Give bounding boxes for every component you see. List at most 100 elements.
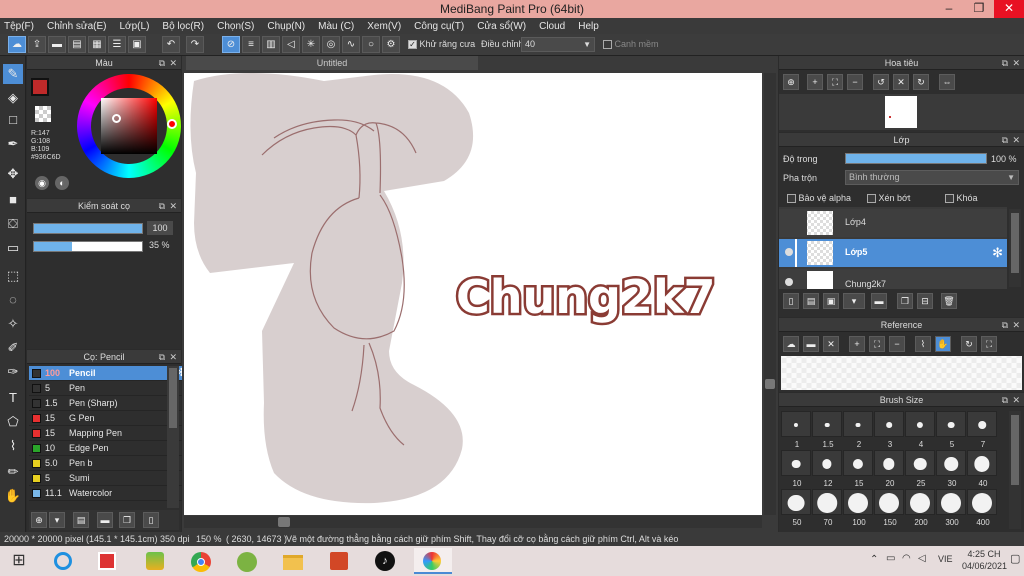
fill-rect-tool-icon[interactable]: ■ — [3, 190, 23, 210]
brush-item[interactable]: 1.5 Pen (Sharp) — [29, 396, 190, 411]
hand-icon[interactable]: ✋ — [935, 336, 951, 352]
scrollbar-thumb[interactable] — [1011, 213, 1019, 273]
fit-icon[interactable]: ⛶ — [827, 74, 843, 90]
palette-icon[interactable]: ◉ — [35, 176, 49, 190]
undock-icon[interactable]: ⧉ — [1002, 133, 1008, 147]
brush-list-scrollbar[interactable] — [167, 366, 179, 508]
curve-snap-icon[interactable]: ∿ — [342, 36, 360, 53]
input-language[interactable]: VIE — [938, 554, 953, 564]
new-file-icon[interactable]: ▤ — [68, 36, 86, 53]
layer-row[interactable]: Chung2k7 — [779, 269, 1007, 289]
menu-help[interactable]: Help — [578, 21, 599, 32]
redo-icon[interactable]: ↷ — [186, 36, 204, 53]
scrollbar-thumb[interactable] — [1011, 415, 1019, 485]
zoom-out-icon[interactable]: − — [847, 74, 863, 90]
list-icon[interactable]: ☰ — [108, 36, 126, 53]
grid-snap-icon[interactable]: ▥ — [262, 36, 280, 53]
layer-opacity-slider[interactable] — [845, 153, 987, 164]
divide-tool-icon[interactable]: ⬠ — [3, 412, 23, 432]
undock-icon[interactable]: ⧉ — [1002, 318, 1008, 332]
undo-icon[interactable]: ↶ — [162, 36, 180, 53]
vertical-scrollbar[interactable] — [764, 73, 776, 515]
menu-cloud[interactable]: Cloud — [539, 21, 565, 32]
layer-menu-icon[interactable]: ▾ — [843, 293, 865, 309]
file-explorer-icon[interactable] — [278, 548, 308, 574]
brush-size-option[interactable]: 30 — [936, 450, 966, 488]
brush-size-option[interactable]: 100 — [843, 489, 873, 527]
protect-alpha-toggle[interactable]: Bảo vệ alpha — [787, 193, 851, 204]
rotate-right-icon[interactable]: ↻ — [913, 74, 929, 90]
notification-icon[interactable]: ▢ — [1010, 552, 1020, 565]
magic-wand-tool-icon[interactable]: ✧ — [3, 314, 23, 334]
duplicate-icon[interactable]: ❐ — [119, 512, 135, 528]
close-panel-icon[interactable]: ✕ — [1012, 133, 1020, 147]
menu-layer[interactable]: Lớp(L) — [120, 21, 150, 32]
foreground-color-swatch[interactable] — [31, 78, 49, 96]
eraser-tool-icon[interactable]: ◈ — [3, 88, 23, 108]
close-panel-icon[interactable]: ✕ — [169, 199, 177, 213]
parallel-snap-icon[interactable]: ≡ — [242, 36, 260, 53]
folder-icon[interactable]: ▬ — [97, 512, 113, 528]
eyedropper-icon[interactable]: ⌇ — [915, 336, 931, 352]
clock[interactable]: 4:25 CH 04/06/2021 — [962, 548, 1007, 572]
brush-size-option[interactable]: 5 — [936, 411, 966, 449]
eyedropper-tool-icon[interactable]: ⌇ — [3, 436, 23, 456]
new-8bit-layer-icon[interactable]: ▣ — [823, 293, 839, 309]
zoom-in-icon[interactable]: + — [849, 336, 865, 352]
document-tab[interactable]: Untitled — [186, 56, 478, 70]
wifi-icon[interactable]: ◠ — [902, 553, 911, 564]
export-icon[interactable]: ▣ — [128, 36, 146, 53]
brush-size-option[interactable]: 40 — [967, 450, 997, 488]
saturation-square[interactable] — [101, 98, 157, 154]
layer-visibility-icon[interactable] — [785, 248, 793, 256]
text-tool-icon[interactable]: T — [3, 388, 23, 408]
maximize-button[interactable]: ❐ — [964, 0, 994, 18]
snap-settings-icon[interactable]: ⚙ — [382, 36, 400, 53]
chrome-icon[interactable] — [186, 548, 216, 574]
brush-size-option[interactable]: 1 — [781, 411, 811, 449]
brush-size-option[interactable]: 25 — [905, 450, 935, 488]
network-icon[interactable]: ▭ — [886, 553, 895, 564]
brush-item[interactable]: 15 G Pen — [29, 411, 190, 426]
soft-edge-checkbox[interactable] — [603, 40, 612, 50]
layer-settings-icon[interactable]: ✻ — [992, 245, 1003, 261]
snap-off-icon[interactable]: ⊘ — [222, 36, 240, 53]
rectangle-tool-icon[interactable]: □ — [3, 110, 23, 130]
brush-size-option[interactable]: 12 — [812, 450, 842, 488]
undock-icon[interactable]: ⧉ — [159, 199, 165, 213]
menu-window[interactable]: Cửa sổ(W) — [477, 21, 526, 32]
antialias-toggle[interactable]: ✓ Khử răng cưa — [408, 39, 475, 50]
select-tool-icon[interactable]: ⬚ — [3, 266, 23, 286]
cloud-icon[interactable]: ☁ — [8, 36, 26, 53]
canvas[interactable]: Chung2k7 — [184, 73, 762, 515]
zoom-out-icon[interactable]: − — [889, 336, 905, 352]
close-panel-icon[interactable]: ✕ — [169, 350, 177, 364]
adjust-select[interactable]: 40 ▼ — [521, 37, 595, 52]
brush-size-option[interactable]: 400 — [967, 489, 997, 527]
brush-size-option[interactable]: 15 — [843, 450, 873, 488]
brush-item[interactable]: 5.0 Pen b — [29, 456, 190, 471]
undock-icon[interactable]: ⧉ — [159, 350, 165, 364]
brush-size-option[interactable]: 3 — [874, 411, 904, 449]
brush-item[interactable]: 15 Mapping Pen — [29, 426, 190, 441]
comment-icon[interactable]: ▬ — [48, 36, 66, 53]
new-halftone-layer-icon[interactable]: ▤ — [803, 293, 819, 309]
vertical-scroll-thumb[interactable] — [765, 379, 775, 389]
brush-size-slider[interactable] — [33, 223, 143, 234]
zoom-icon[interactable]: ⊕ — [783, 74, 799, 90]
bluestacks-icon[interactable] — [140, 548, 170, 574]
horizontal-scrollbar[interactable] — [184, 516, 762, 528]
horizontal-scroll-thumb[interactable] — [278, 517, 290, 527]
lasso-tool-icon[interactable]: ◌ — [3, 290, 23, 310]
brush-size-option[interactable]: 2 — [843, 411, 873, 449]
hue-wheel[interactable] — [77, 74, 181, 178]
layer-visibility-icon[interactable] — [785, 278, 793, 286]
layer-list-scrollbar[interactable] — [1009, 209, 1021, 287]
close-panel-icon[interactable]: ✕ — [1012, 318, 1020, 332]
menu-select[interactable]: Chọn(S) — [217, 21, 254, 32]
delete-icon[interactable]: ▯ — [143, 512, 159, 528]
close-button[interactable]: ✕ — [994, 0, 1024, 18]
brush-item[interactable]: 5 Sumi — [29, 471, 190, 486]
hand-tool-icon[interactable]: ✋ — [3, 486, 23, 506]
medibang-taskbar-icon[interactable] — [414, 548, 452, 574]
